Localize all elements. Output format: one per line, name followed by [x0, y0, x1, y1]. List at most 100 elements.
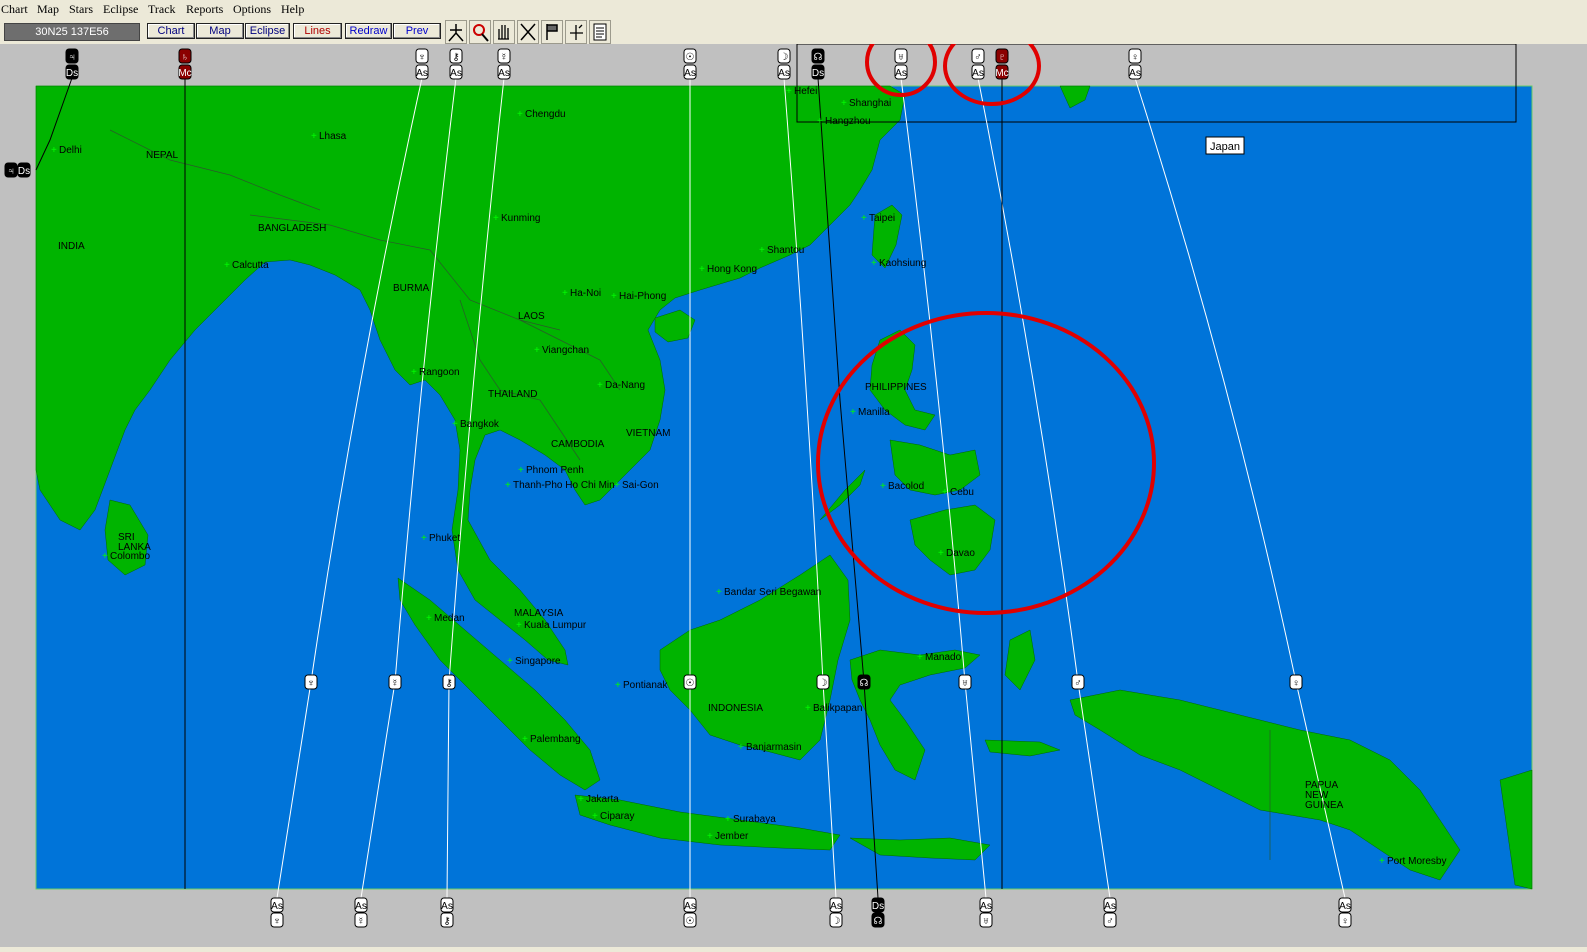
- angle-marker[interactable]: Ds: [65, 64, 79, 80]
- svg-text:Hefei: Hefei: [794, 86, 817, 97]
- angle-marker[interactable]: As: [1103, 897, 1117, 913]
- person-icon[interactable]: [445, 20, 467, 44]
- menu-map[interactable]: Map: [37, 2, 59, 17]
- svg-text:♂: ♂: [1074, 678, 1082, 689]
- red-marker[interactable]: Mc: [178, 64, 192, 80]
- svg-text:+: +: [592, 811, 598, 822]
- svg-text:As: As: [684, 901, 696, 912]
- angle-marker[interactable]: As: [354, 897, 368, 913]
- zoom-icon[interactable]: [469, 20, 491, 44]
- menu-chart[interactable]: Chart: [1, 2, 28, 17]
- red-marker[interactable]: Mc: [995, 64, 1009, 80]
- svg-text:☿: ☿: [357, 916, 365, 927]
- planet-marker[interactable]: ♃: [4, 162, 18, 178]
- planet-marker[interactable]: ☽: [777, 48, 791, 64]
- svg-text:Viangchan: Viangchan: [542, 345, 589, 356]
- menu-stars[interactable]: Stars: [69, 2, 93, 17]
- angle-marker[interactable]: As: [497, 64, 511, 80]
- flag-icon[interactable]: [541, 20, 563, 44]
- eclipse-button[interactable]: Eclipse: [245, 23, 290, 39]
- report-icon[interactable]: [589, 20, 611, 44]
- angle-marker[interactable]: As: [829, 897, 843, 913]
- mid-planet-marker[interactable]: ☿: [388, 674, 402, 690]
- planet-marker[interactable]: ♅: [979, 912, 993, 928]
- planet-marker[interactable]: ♀: [1338, 912, 1352, 928]
- planet-marker[interactable]: ☽: [829, 912, 843, 928]
- svg-text:+: +: [493, 213, 499, 224]
- svg-text:+: +: [597, 380, 603, 391]
- angle-marker[interactable]: As: [440, 897, 454, 913]
- axis-icon[interactable]: [565, 20, 587, 44]
- svg-text:+: +: [311, 131, 317, 142]
- angle-marker[interactable]: As: [894, 64, 908, 80]
- menu-options[interactable]: Options: [233, 2, 271, 17]
- cross-lines-icon[interactable]: [517, 20, 539, 44]
- planet-marker[interactable]: ♆: [415, 48, 429, 64]
- city-label: + Hangzhou: [817, 116, 871, 127]
- lines-button[interactable]: Lines: [293, 23, 342, 39]
- mid-planet-marker[interactable]: ♅: [958, 674, 972, 690]
- svg-text:+: +: [786, 86, 792, 97]
- planet-marker[interactable]: ♂: [1103, 912, 1117, 928]
- svg-text:+: +: [817, 116, 823, 127]
- redraw-button[interactable]: Redraw: [345, 23, 392, 39]
- angle-marker[interactable]: As: [270, 897, 284, 913]
- menu-track[interactable]: Track: [148, 2, 176, 17]
- chart-button[interactable]: Chart: [147, 23, 195, 39]
- angle-marker[interactable]: As: [979, 897, 993, 913]
- angle-marker[interactable]: As: [683, 897, 697, 913]
- planet-marker[interactable]: ☿: [354, 912, 368, 928]
- svg-text:As: As: [1104, 901, 1116, 912]
- svg-text:+: +: [871, 258, 877, 269]
- angle-marker[interactable]: As: [683, 64, 697, 80]
- planet-marker[interactable]: ☊: [871, 912, 885, 928]
- angle-marker[interactable]: Ds: [17, 162, 31, 178]
- planet-marker[interactable]: ♆: [270, 912, 284, 928]
- mid-planet-marker[interactable]: ♀: [1289, 674, 1303, 690]
- angle-marker[interactable]: As: [1128, 64, 1142, 80]
- svg-text:+: +: [102, 551, 108, 562]
- hand-icon[interactable]: [493, 20, 515, 44]
- angle-marker[interactable]: As: [1338, 897, 1352, 913]
- map-button[interactable]: Map: [196, 23, 244, 39]
- city-label: + Chengdu: [517, 109, 566, 120]
- angle-marker[interactable]: As: [449, 64, 463, 80]
- svg-text:Davao: Davao: [946, 548, 975, 559]
- planet-marker[interactable]: ☊: [811, 48, 825, 64]
- mid-planet-marker[interactable]: ☽: [816, 674, 830, 690]
- angle-marker[interactable]: Ds: [871, 897, 885, 913]
- angle-marker[interactable]: Ds: [811, 64, 825, 80]
- svg-text:☽: ☽: [819, 678, 828, 689]
- svg-text:Pontianak: Pontianak: [623, 680, 668, 691]
- planet-marker[interactable]: ♀: [1128, 48, 1142, 64]
- red-marker[interactable]: ♇: [995, 48, 1009, 64]
- planet-marker[interactable]: ⚷: [449, 48, 463, 64]
- planet-marker[interactable]: ☿: [497, 48, 511, 64]
- planet-marker[interactable]: ☉: [683, 48, 697, 64]
- map-view[interactable]: + Delhi + Lhasa + Chengdu + Kunming + Calcutta + Ra…: [0, 26, 1587, 947]
- angle-marker[interactable]: As: [777, 64, 791, 80]
- planet-marker[interactable]: ♃: [65, 48, 79, 64]
- menu-help[interactable]: Help: [281, 2, 304, 17]
- svg-text:⚷: ⚷: [445, 678, 452, 689]
- mid-planet-marker[interactable]: ☉: [683, 674, 697, 690]
- angle-marker[interactable]: As: [971, 64, 985, 80]
- svg-text:Medan: Medan: [434, 613, 465, 624]
- svg-text:Kaohsiung: Kaohsiung: [879, 258, 926, 269]
- japan-label: Japan: [1210, 141, 1240, 153]
- mid-planet-marker[interactable]: ♂: [1071, 674, 1085, 690]
- menu-eclipse[interactable]: Eclipse: [103, 2, 138, 17]
- planet-marker[interactable]: ♂: [971, 48, 985, 64]
- svg-text:⚷: ⚷: [443, 916, 450, 927]
- mid-planet-marker[interactable]: ♆: [304, 674, 318, 690]
- mid-planet-marker[interactable]: ☊: [857, 674, 871, 690]
- planet-marker[interactable]: ☉: [683, 912, 697, 928]
- menu-reports[interactable]: Reports: [186, 2, 223, 17]
- red-marker[interactable]: ♄: [178, 48, 192, 64]
- planet-marker[interactable]: ♅: [894, 48, 908, 64]
- angle-marker[interactable]: As: [415, 64, 429, 80]
- planet-marker[interactable]: ⚷: [440, 912, 454, 928]
- prev-button[interactable]: Prev: [393, 23, 441, 39]
- svg-text:♃: ♃: [68, 52, 76, 63]
- mid-planet-marker[interactable]: ⚷: [442, 674, 456, 690]
